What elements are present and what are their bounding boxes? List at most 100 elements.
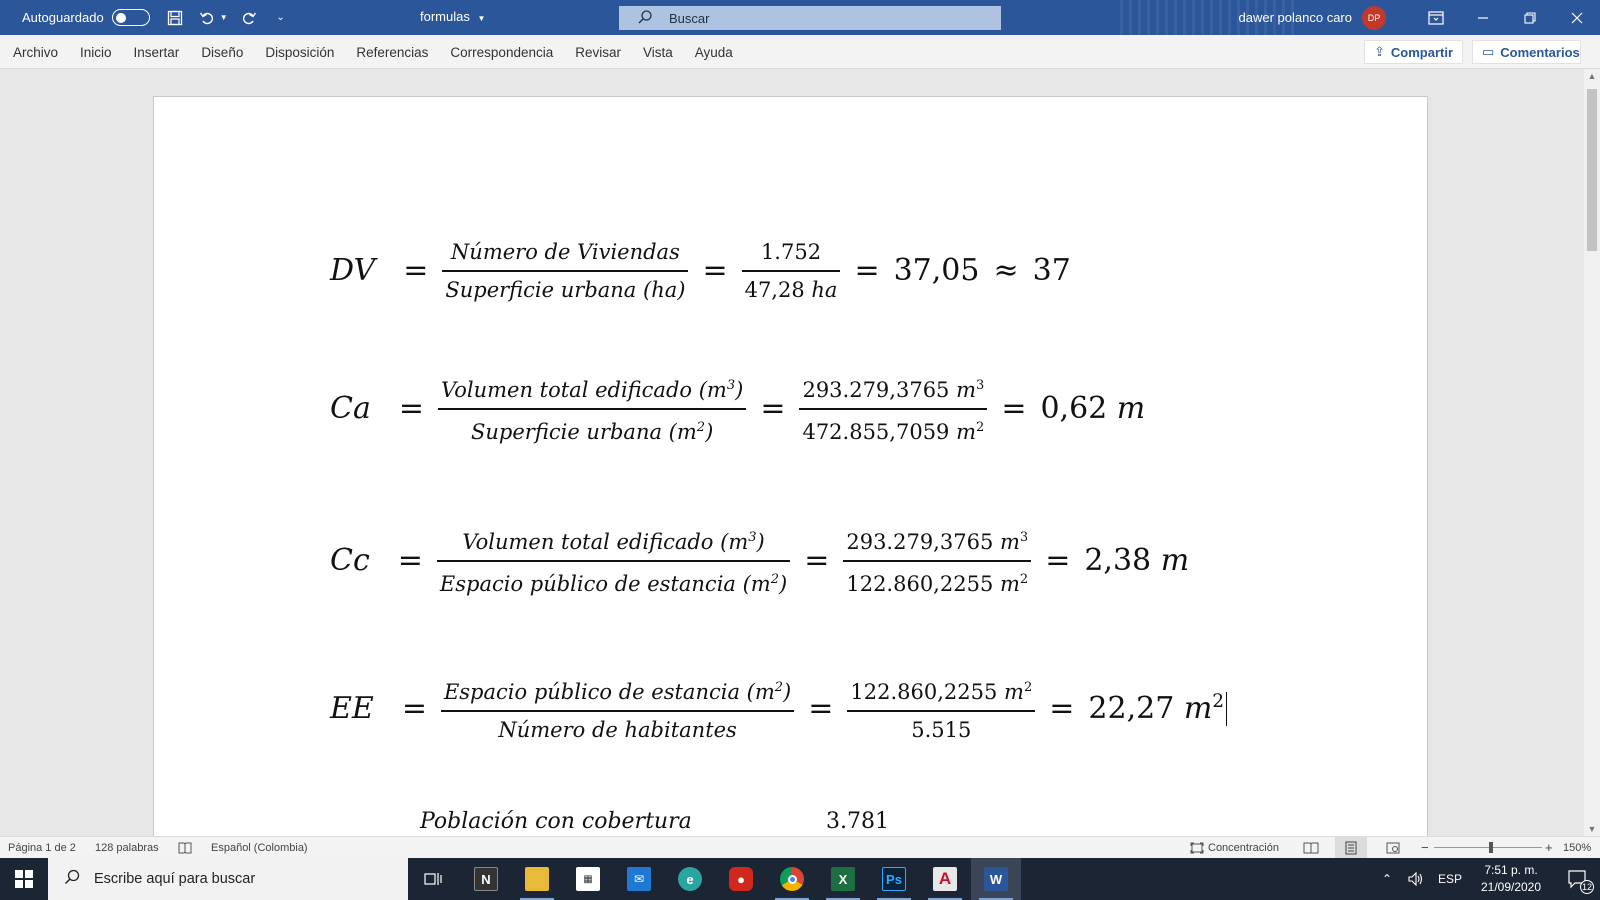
zoom-slider-track[interactable] xyxy=(1434,847,1542,848)
minimize-icon[interactable] xyxy=(1459,0,1506,35)
scroll-down-icon[interactable]: ▼ xyxy=(1587,824,1597,834)
document-title[interactable]: formulas ▼ xyxy=(420,0,485,35)
equation-dv[interactable]: DV = Número de Viviendas Superficie urba… xyxy=(330,237,1071,305)
read-mode-icon[interactable] xyxy=(1303,837,1319,859)
word-count[interactable]: 128 palabras xyxy=(95,837,159,859)
tab-revisar[interactable]: Revisar xyxy=(575,45,621,60)
show-hidden-icons[interactable]: ⌃ xyxy=(1382,858,1392,900)
language-indicator[interactable]: Español (Colombia) xyxy=(211,837,308,859)
equation-cc[interactable]: Cc = Volumen total edificado (m3) Espaci… xyxy=(330,523,1189,599)
zoom-slider-handle[interactable] xyxy=(1489,842,1493,853)
tab-ayuda[interactable]: Ayuda xyxy=(695,45,733,60)
partial-equation-text: Población con cobertura xyxy=(420,809,692,834)
photoshop-app-icon[interactable]: Ps xyxy=(869,858,919,900)
avatar[interactable]: DP xyxy=(1362,5,1386,30)
volume-icon[interactable] xyxy=(1408,858,1424,900)
tab-insertar[interactable]: Insertar xyxy=(134,45,180,60)
eq3-den-value: 122.860,2255 xyxy=(846,571,994,596)
eq1-fraction-numeric: 1.752 47,28 ha xyxy=(741,237,841,305)
eq2-result: 0,62 m xyxy=(1040,391,1145,426)
windows-start-icon[interactable] xyxy=(0,858,48,900)
taskbar-search[interactable]: Escribe aquí para buscar xyxy=(48,858,408,900)
eq4-fraction-symbolic: Espacio público de estancia (m2) Número … xyxy=(440,673,795,745)
equals-sign: = xyxy=(808,691,834,727)
zoom-in-icon[interactable]: + xyxy=(1545,837,1553,859)
search-box[interactable]: Buscar xyxy=(619,6,1001,30)
document-canvas[interactable]: DV = Número de Viviendas Superficie urba… xyxy=(0,69,1584,836)
zoom-level[interactable]: 150% xyxy=(1563,837,1591,859)
tab-archivo[interactable]: Archivo xyxy=(13,45,58,60)
edge-browser-icon[interactable]: e xyxy=(665,858,715,900)
notion-app-icon[interactable]: N xyxy=(461,858,511,900)
autocad-app-icon[interactable]: A xyxy=(920,858,970,900)
word-app-icon[interactable]: W xyxy=(971,858,1021,900)
notification-center-icon[interactable]: 12 xyxy=(1556,858,1600,900)
tab-correspondencia[interactable]: Correspondencia xyxy=(450,45,553,60)
comments-button[interactable]: ▭ Comentarios xyxy=(1472,40,1581,64)
vertical-scrollbar[interactable]: ▲ ▼ xyxy=(1584,69,1600,836)
chrome-browser-icon[interactable] xyxy=(767,858,817,900)
comments-label: Comentarios xyxy=(1500,44,1580,60)
restore-icon[interactable] xyxy=(1506,0,1553,35)
share-icon: ⇪ xyxy=(1374,44,1385,59)
save-icon[interactable] xyxy=(164,7,186,29)
tab-disposicion[interactable]: Disposición xyxy=(265,45,334,60)
zoom-out-icon[interactable]: − xyxy=(1421,837,1429,859)
input-language[interactable]: ESP xyxy=(1438,858,1462,900)
close-icon[interactable] xyxy=(1553,0,1600,35)
proofing-icon[interactable] xyxy=(178,837,192,859)
tab-diseno[interactable]: Diseño xyxy=(201,45,243,60)
user-name[interactable]: dawer polanco caro xyxy=(1239,10,1352,25)
task-view-icon[interactable] xyxy=(408,858,458,900)
eq1-numerator: Número de Viviendas xyxy=(450,240,680,264)
focus-mode-label[interactable]: Concentración xyxy=(1208,837,1279,859)
store-app-icon[interactable]: ▦ xyxy=(563,858,613,900)
customize-toolbar-icon[interactable]: ⌄ xyxy=(270,7,292,29)
page-count[interactable]: Página 1 de 2 xyxy=(8,837,76,859)
eq1-result: 37,05 xyxy=(893,253,980,289)
status-bar: Página 1 de 2 128 palabras Español (Colo… xyxy=(0,836,1600,859)
share-button[interactable]: ⇪ Compartir xyxy=(1364,40,1463,64)
eq3-num-text: Volumen total edificado (m xyxy=(462,530,749,554)
eq1-numeric-numerator: 1.752 xyxy=(760,240,822,264)
search-icon xyxy=(64,869,80,889)
equals-sign: = xyxy=(1001,391,1027,427)
tab-inicio[interactable]: Inicio xyxy=(80,45,112,60)
eq2-result-unit: m xyxy=(1116,391,1146,427)
autosave-toggle[interactable] xyxy=(111,9,150,26)
scrollbar-thumb[interactable] xyxy=(1587,89,1597,251)
approx-sign: ≈ xyxy=(993,253,1019,289)
equation-ca[interactable]: Ca = Volumen total edificado (m3) Superf… xyxy=(330,371,1145,447)
ribbon-display-options-icon[interactable] xyxy=(1412,0,1459,35)
eq3-num-value: 293.279,3765 xyxy=(846,530,994,554)
focus-mode-icon[interactable] xyxy=(1190,837,1204,859)
equation-ee[interactable]: EE = Espacio público de estancia (m2) Nú… xyxy=(330,673,1228,745)
fraction-bar xyxy=(440,710,795,712)
eq3-result-value: 2,38 xyxy=(1084,543,1152,579)
eq4-numerator: Espacio público de estancia (m2) xyxy=(443,680,792,704)
eq2-den-value: 472.855,7059 xyxy=(802,419,950,444)
eq2-num-value: 293.279,3765 xyxy=(802,378,950,402)
eq3-numeric-numerator: 293.279,3765 m3 xyxy=(846,530,1029,554)
system-clock[interactable]: 7:51 p. m. 21/09/2020 xyxy=(1466,862,1556,896)
undo-icon[interactable] xyxy=(196,7,218,29)
eq3-den-text: Espacio público de estancia (m xyxy=(439,571,771,596)
eq1-den-unit: ha xyxy=(811,277,838,302)
eq3-fraction-numeric: 293.279,3765 m3 122.860,2255 m2 xyxy=(843,523,1032,599)
redo-icon[interactable] xyxy=(238,7,260,29)
tab-vista[interactable]: Vista xyxy=(643,45,673,60)
undo-dropdown-icon[interactable]: ▼ xyxy=(220,13,228,22)
tab-referencias[interactable]: Referencias xyxy=(356,45,428,60)
excel-app-icon[interactable]: X xyxy=(818,858,868,900)
among-us-app-icon[interactable]: ● xyxy=(716,858,766,900)
file-explorer-icon[interactable] xyxy=(512,858,562,900)
print-layout-icon[interactable] xyxy=(1335,837,1367,859)
web-layout-icon[interactable] xyxy=(1386,837,1400,859)
equals-sign: = xyxy=(397,543,423,579)
eq1-denominator: Superficie urbana (ha) xyxy=(445,277,686,302)
equals-sign: = xyxy=(403,253,429,289)
scroll-up-icon[interactable]: ▲ xyxy=(1587,71,1597,81)
mail-app-icon[interactable]: ✉ xyxy=(614,858,664,900)
autosave-label: Autoguardado xyxy=(22,10,104,25)
chevron-down-icon: ▼ xyxy=(477,14,486,23)
